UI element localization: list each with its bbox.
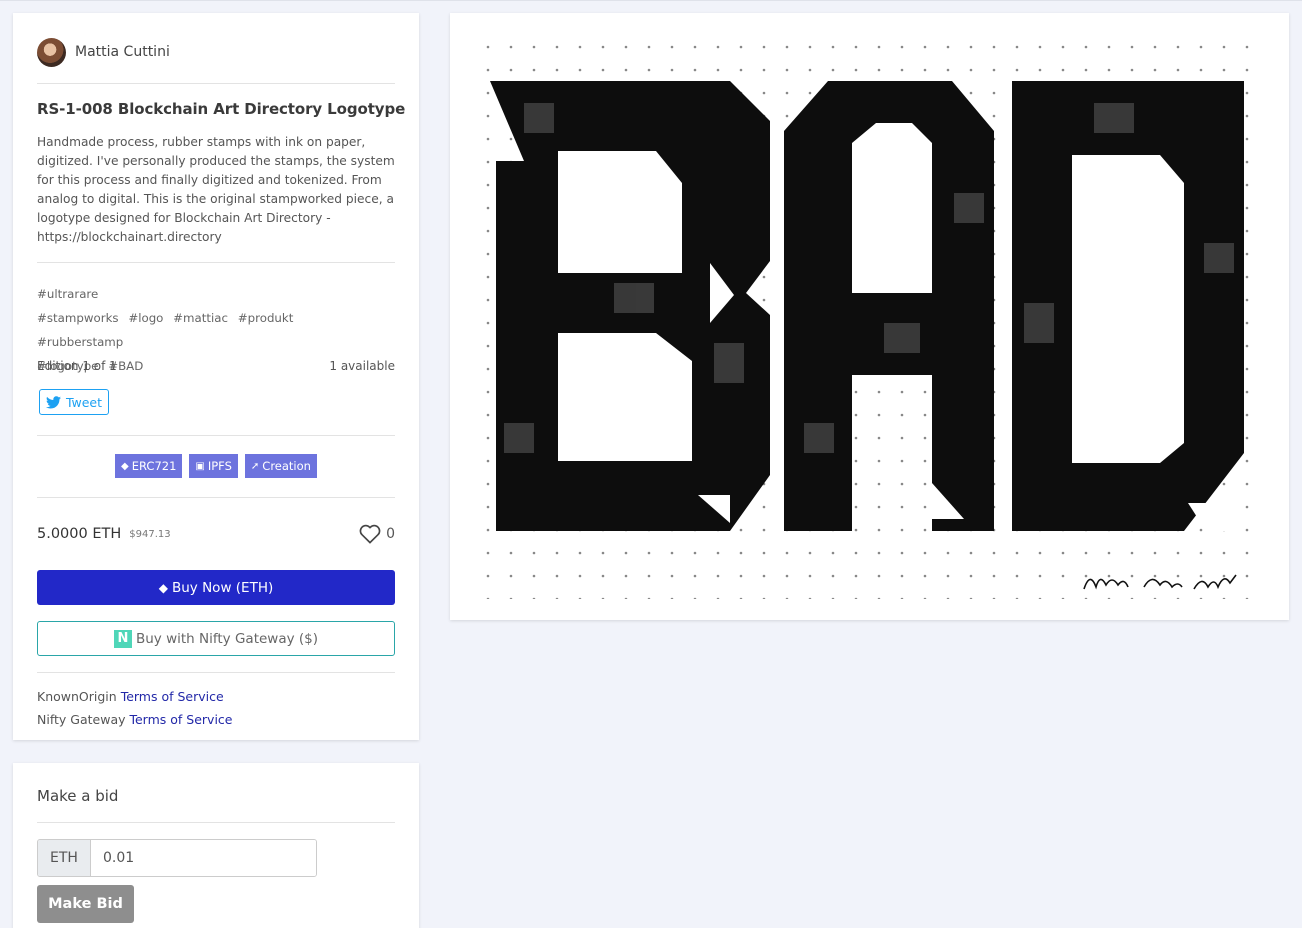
- terms-provider: Nifty Gateway: [37, 712, 126, 727]
- like-button[interactable]: 0: [359, 524, 395, 544]
- bid-title: Make a bid: [37, 787, 119, 805]
- edition-label: Edition 1 of 1: [37, 359, 117, 373]
- divider: [37, 497, 395, 498]
- price-row: 5.0000 ETH $947.13 0: [37, 522, 395, 546]
- bid-amount-input[interactable]: [91, 840, 316, 876]
- ipfs-badge[interactable]: ▣ IPFS: [189, 454, 238, 478]
- tag-link[interactable]: #stampworks: [37, 311, 119, 325]
- terms-provider: KnownOrigin: [37, 689, 117, 704]
- tag-link[interactable]: #ultrarare: [37, 287, 98, 301]
- artwork-title: RS-1-008 Blockchain Art Directory Logoty…: [37, 100, 406, 118]
- artwork-info-card: Mattia Cuttini RS-1-008 Blockchain Art D…: [13, 13, 419, 740]
- artwork-image[interactable]: [484, 43, 1256, 599]
- heart-icon: [359, 524, 381, 544]
- make-bid-card: Make a bid ETH Make Bid: [13, 763, 419, 928]
- tweet-label: Tweet: [65, 394, 103, 410]
- ethereum-icon: ◆: [158, 580, 168, 595]
- artist-name[interactable]: Mattia Cuttini: [75, 44, 170, 60]
- terms-row: Nifty Gateway Terms of Service: [37, 712, 395, 732]
- terms-link[interactable]: Terms of Service: [121, 689, 224, 704]
- erc721-badge[interactable]: ◆ ERC721: [115, 454, 183, 478]
- creation-badge[interactable]: ➚ Creation: [244, 454, 317, 478]
- buy-nifty-label: Buy with Nifty Gateway ($): [135, 630, 319, 647]
- badge-label: Creation: [262, 459, 311, 473]
- artwork-description: Handmade process, rubber stamps with ink…: [37, 135, 395, 244]
- tag-link[interactable]: #produkt: [238, 311, 294, 325]
- badge-label: ERC721: [131, 459, 177, 473]
- twitter-icon: [45, 395, 61, 408]
- bid-input-group: ETH: [37, 839, 317, 877]
- ethereum-icon: ◆: [121, 460, 129, 472]
- divider: [37, 672, 395, 673]
- badge-row: ◆ ERC721 ▣ IPFS ➚ Creation: [37, 454, 395, 479]
- edition-row: Edition 1 of 1 1 available: [37, 359, 395, 377]
- availability-label: 1 available: [329, 359, 395, 373]
- terms-link[interactable]: Terms of Service: [129, 712, 232, 727]
- divider: [37, 822, 395, 823]
- top-border: [0, 0, 1302, 1]
- nifty-gateway-icon: N: [113, 629, 132, 648]
- tweet-button[interactable]: Tweet: [39, 389, 109, 415]
- price-usd: $947.13: [129, 528, 171, 540]
- buy-now-button[interactable]: ◆ Buy Now (ETH): [37, 570, 395, 605]
- tag-link[interactable]: #mattiac: [173, 311, 228, 325]
- avatar[interactable]: [37, 37, 66, 67]
- artwork-image-card: [450, 13, 1289, 620]
- tag-link[interactable]: #rubberstamp: [37, 335, 123, 349]
- currency-addon: ETH: [38, 840, 91, 876]
- divider: [37, 435, 395, 436]
- terms-row: KnownOrigin Terms of Service: [37, 689, 395, 709]
- artist-row[interactable]: Mattia Cuttini: [37, 37, 395, 67]
- like-count: 0: [386, 526, 395, 542]
- divider: [37, 83, 395, 84]
- cube-icon: ▣: [195, 460, 205, 472]
- divider: [37, 262, 395, 263]
- buy-now-label: Buy Now (ETH): [171, 579, 274, 596]
- badge-label: IPFS: [207, 459, 232, 473]
- tag-link[interactable]: #logo: [128, 311, 163, 325]
- bolt-icon: ➚: [250, 460, 260, 472]
- make-bid-button[interactable]: Make Bid: [37, 885, 134, 923]
- buy-nifty-gateway-button[interactable]: N Buy with Nifty Gateway ($): [37, 621, 395, 656]
- price-eth: 5.0000 ETH: [37, 526, 122, 542]
